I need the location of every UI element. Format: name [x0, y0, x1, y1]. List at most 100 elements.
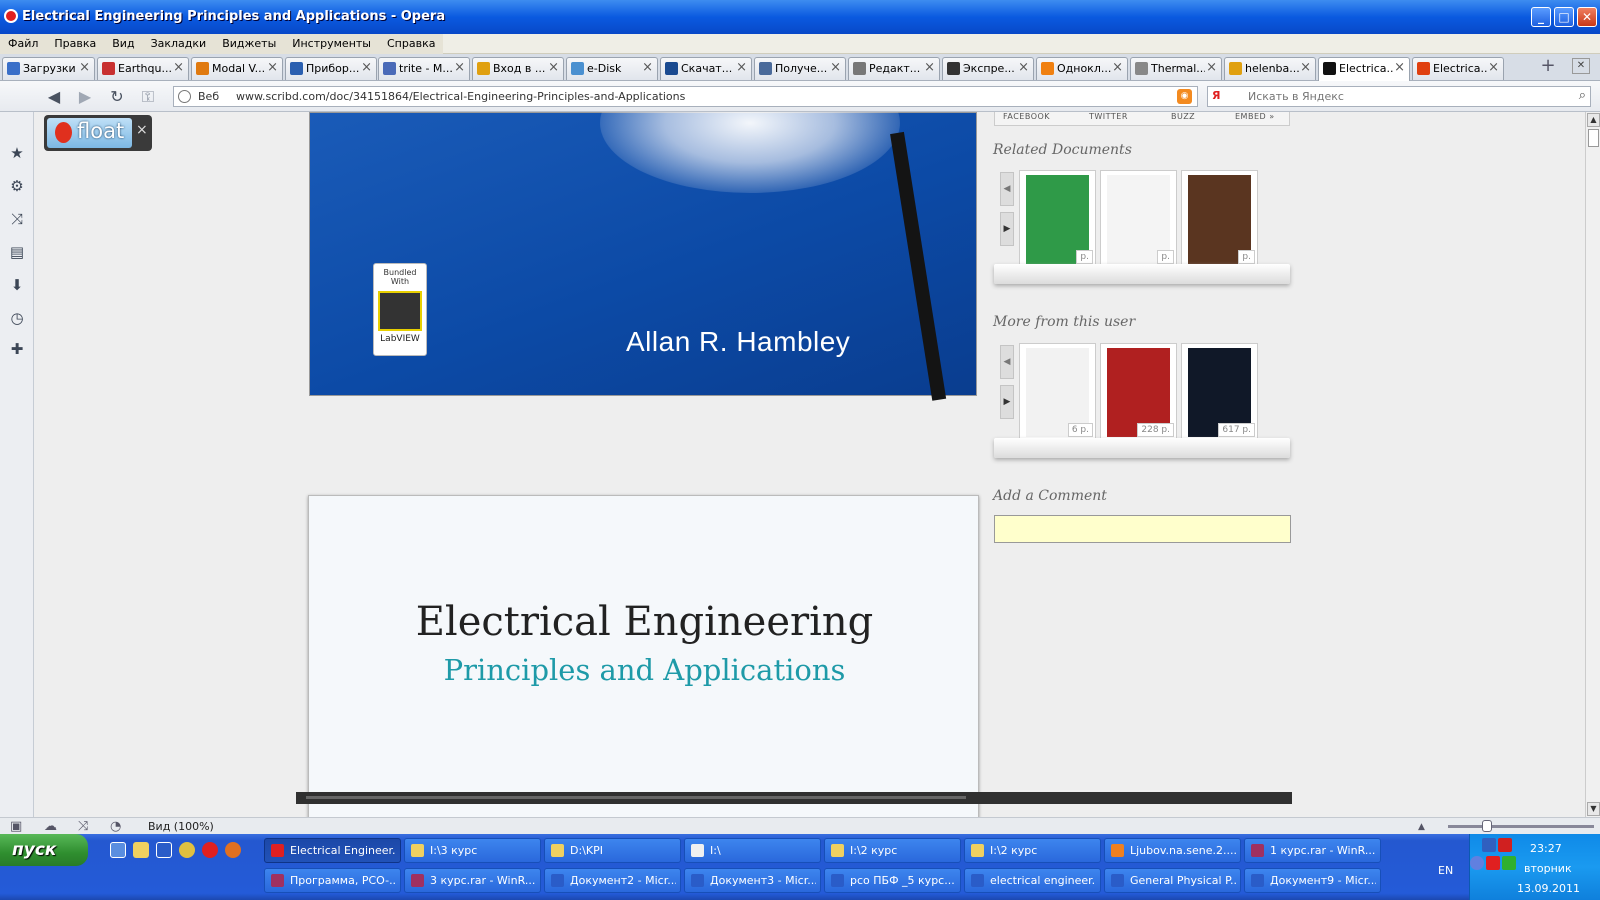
tab-close-icon[interactable]: × [454, 60, 465, 75]
taskbar-window-button[interactable]: D:\KPI [544, 838, 681, 863]
tab-close-icon[interactable]: × [1300, 60, 1311, 75]
search-icon[interactable]: ⌕ [1579, 88, 1586, 103]
closed-tabs-button[interactable]: ✕ [1572, 58, 1590, 74]
related-thumbnail[interactable]: p. [1100, 170, 1177, 267]
maximize-button[interactable]: □ [1554, 7, 1574, 27]
menu-tools[interactable]: Инструменты [284, 34, 379, 54]
related-next-button[interactable]: ▶ [1000, 212, 1014, 246]
speed-icon[interactable]: ◔ [110, 819, 121, 834]
tab-item[interactable]: Однокл... × [1036, 57, 1128, 80]
menu-file[interactable]: Файл [0, 34, 46, 54]
search-input[interactable] [1248, 88, 1568, 105]
float-widget[interactable]: float × [44, 115, 152, 151]
downloads-icon[interactable]: ⬇ [8, 276, 26, 294]
new-tab-button[interactable]: + [1538, 56, 1558, 76]
tab-item[interactable]: Скачат... × [660, 57, 752, 80]
taskbar-window-button[interactable]: General Physical P... [1104, 868, 1241, 893]
zoom-level[interactable]: Вид (100%) [148, 820, 214, 833]
taskbar-window-button[interactable]: рсо ПБФ _5 курс... [824, 868, 961, 893]
tab-close-icon[interactable]: × [1488, 60, 1499, 75]
tab-close-icon[interactable]: × [173, 60, 184, 75]
scroll-down-icon[interactable]: ▼ [1587, 802, 1600, 816]
float-close-icon[interactable]: × [136, 122, 148, 138]
add-panel-icon[interactable]: ✚ [8, 340, 26, 358]
taskbar-window-button[interactable]: Документ9 - Micr... [1244, 868, 1381, 893]
tab-item[interactable]: Thermal... × [1130, 57, 1222, 80]
taskbar-window-button[interactable]: 1 курс.rar - WinR... [1244, 838, 1381, 863]
forward-icon[interactable]: ▶ [75, 87, 95, 107]
taskbar-window-button[interactable]: Ljubov.na.sene.2.... [1104, 838, 1241, 863]
tray-app-icon[interactable] [1502, 856, 1516, 870]
taskbar-window-button[interactable]: Electrical Engineer... [264, 838, 401, 863]
taskbar-window-button[interactable]: Документ3 - Micr... [684, 868, 821, 893]
tab-close-icon[interactable]: × [924, 60, 935, 75]
taskbar-window-button[interactable]: I:\2 курс [964, 838, 1101, 863]
tab-item[interactable]: Modal V... × [191, 57, 283, 80]
reload-icon[interactable]: ↻ [107, 87, 127, 107]
share-buzz[interactable]: BUZZ [1171, 112, 1195, 121]
tab-item[interactable]: Вход в ... × [472, 57, 564, 80]
taskbar-window-button[interactable]: I:\ [684, 838, 821, 863]
more-next-button[interactable]: ▶ [1000, 385, 1014, 419]
network-icon[interactable] [1482, 838, 1496, 852]
tab-item[interactable]: e-Disk × [566, 57, 658, 80]
tab-item[interactable]: Экспре... × [942, 57, 1034, 80]
yandex-engine-icon[interactable]: Я [1212, 89, 1236, 104]
kaspersky-icon[interactable] [1486, 856, 1500, 870]
more-thumbnail[interactable]: 617 p. [1181, 343, 1258, 440]
share-icon[interactable]: ⤨ [8, 210, 26, 228]
back-icon[interactable]: ◀ [44, 87, 64, 107]
tab-item[interactable]: Earthqu... × [97, 57, 189, 80]
firefox-icon[interactable] [225, 842, 241, 858]
clock-time[interactable]: 23:27 [1530, 842, 1562, 855]
zoom-slider[interactable] [1448, 825, 1594, 828]
scroll-up-icon[interactable]: ▲ [1587, 113, 1600, 127]
share-facebook[interactable]: FACEBOOK [1003, 112, 1050, 121]
taskbar-window-button[interactable]: 3 курс.rar - WinR... [404, 868, 541, 893]
notes-icon[interactable]: ▤ [8, 243, 26, 261]
close-window-button[interactable]: ✕ [1577, 7, 1597, 27]
tab-close-icon[interactable]: × [1018, 60, 1029, 75]
turbo-icon[interactable]: ⤨ [78, 819, 88, 834]
more-thumbnail[interactable]: 6 p. [1019, 343, 1096, 440]
zoom-up-icon[interactable]: ▲ [1418, 822, 1425, 832]
related-prev-button[interactable]: ◀ [1000, 172, 1014, 206]
menu-bookmarks[interactable]: Закладки [143, 34, 215, 54]
bookmarks-star-icon[interactable]: ★ [8, 144, 26, 162]
minimize-button[interactable]: _ [1531, 7, 1551, 27]
tab-item[interactable]: Редакт... × [848, 57, 940, 80]
tab-item[interactable]: trite - M... × [378, 57, 470, 80]
start-button[interactable]: пуск [0, 834, 88, 866]
menu-edit[interactable]: Правка [46, 34, 104, 54]
key-icon[interactable]: ⚿ [138, 87, 158, 107]
share-twitter[interactable]: TWITTER [1089, 112, 1128, 121]
tab-close-icon[interactable]: × [267, 60, 278, 75]
taskbar-window-button[interactable]: Документ2 - Micr... [544, 868, 681, 893]
tab-close-icon[interactable]: × [361, 60, 372, 75]
tab-item[interactable]: Загрузки × [2, 57, 95, 80]
share-embed[interactable]: EMBED » [1235, 112, 1275, 121]
opera-icon[interactable] [202, 842, 218, 858]
tab-close-icon[interactable]: × [548, 60, 559, 75]
tab-close-icon[interactable]: × [830, 60, 841, 75]
related-thumbnail[interactable]: p. [1181, 170, 1258, 267]
tab-item[interactable]: Electrica... × [1412, 57, 1504, 80]
page-vertical-scrollbar[interactable]: ▲ ▼ [1585, 112, 1600, 817]
volume-icon[interactable] [1470, 856, 1484, 870]
tab-item[interactable]: Получе... × [754, 57, 846, 80]
comment-input[interactable] [994, 515, 1291, 543]
taskbar-window-button[interactable]: I:\3 курс [404, 838, 541, 863]
rss-icon[interactable]: ◉ [1177, 89, 1192, 104]
zoom-slider-handle[interactable] [1482, 820, 1492, 832]
word-icon[interactable] [156, 842, 172, 858]
tab-close-icon[interactable]: × [79, 60, 90, 75]
taskbar-window-button[interactable]: electrical engineer... [964, 868, 1101, 893]
float-button[interactable]: float [47, 118, 132, 148]
tab-item[interactable]: Electrica... × [1318, 57, 1410, 81]
language-indicator[interactable]: EN [1438, 864, 1453, 877]
document-scroll-thumb[interactable] [306, 796, 966, 799]
tab-close-icon[interactable]: × [1112, 60, 1123, 75]
menu-widgets[interactable]: Виджеты [214, 34, 284, 54]
menu-view[interactable]: Вид [104, 34, 142, 54]
tab-close-icon[interactable]: × [1394, 60, 1405, 75]
